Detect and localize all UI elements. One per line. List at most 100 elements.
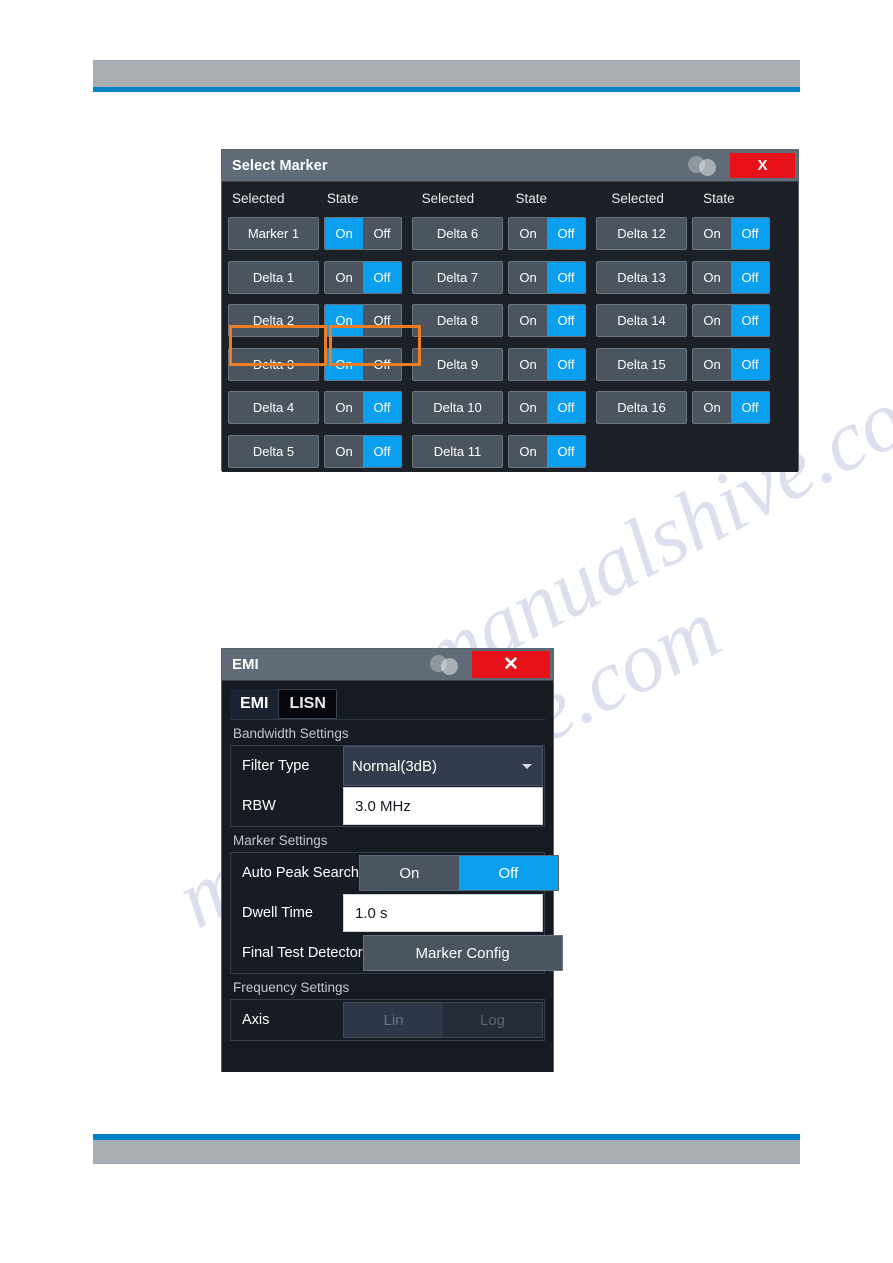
settings-row-label: Auto Peak Search <box>242 865 359 881</box>
toggle-on-segment[interactable]: On <box>693 348 731 380</box>
marker-cell-state: On Off <box>324 386 412 430</box>
marker-cell-state: On Off <box>508 212 596 256</box>
marker-state-toggle[interactable]: On Off <box>692 217 770 251</box>
toggle-off-segment[interactable]: Off <box>363 218 401 250</box>
toggle-on-segment[interactable]: On <box>509 348 547 380</box>
marker-select-button[interactable]: Delta 13 <box>596 260 687 294</box>
toggle-on-segment[interactable]: On <box>325 348 363 380</box>
marker-select-button[interactable]: Delta 10 <box>412 391 503 425</box>
toggle-off-segment[interactable]: Off <box>547 305 585 337</box>
toggle-off-segment[interactable]: Off <box>363 435 401 467</box>
marker-select-button[interactable]: Delta 16 <box>596 391 687 425</box>
marker-select-button[interactable]: Delta 2 <box>228 304 319 338</box>
toggle-off-segment[interactable]: Off <box>731 218 769 250</box>
marker-config-button[interactable]: Marker Config <box>362 935 563 971</box>
toggle-on-segment[interactable]: On <box>325 261 363 293</box>
marker-select-button[interactable]: Delta 9 <box>412 347 503 381</box>
toggle-off-segment[interactable]: Off <box>547 435 585 467</box>
marker-state-toggle[interactable]: On Off <box>324 217 402 251</box>
toggle-on-segment[interactable]: On <box>325 435 363 467</box>
settings-toggle[interactable]: On Off <box>358 855 559 891</box>
toggle-on-segment[interactable]: On <box>693 218 731 250</box>
marker-select-button[interactable]: Delta 5 <box>228 434 319 468</box>
settings-row-field: Marker Config <box>362 935 563 971</box>
toggle-off-segment[interactable]: Off <box>547 348 585 380</box>
close-icon[interactable]: X <box>730 153 795 178</box>
toggle-on-segment[interactable]: On <box>509 218 547 250</box>
marker-cell-state: On Off <box>508 256 596 300</box>
toggle-off-segment[interactable]: Off <box>731 261 769 293</box>
toggle-on-segment[interactable]: On <box>509 261 547 293</box>
marker-select-button[interactable]: Delta 12 <box>596 217 687 251</box>
marker-state-toggle[interactable]: On Off <box>508 434 586 468</box>
tab-emi[interactable]: EMI <box>230 689 279 719</box>
toggle-off-segment[interactable]: Off <box>363 261 401 293</box>
marker-cell-selected: Delta 14 <box>596 299 692 343</box>
marker-select-button[interactable]: Delta 8 <box>412 304 503 338</box>
marker-select-button[interactable]: Marker 1 <box>228 217 319 251</box>
marker-state-toggle[interactable]: On Off <box>324 347 402 381</box>
value-input[interactable]: 3.0 MHz <box>343 787 543 825</box>
toggle-on-segment[interactable]: On <box>509 435 547 467</box>
toggle-off-segment[interactable]: Off <box>363 348 401 380</box>
settings-row-field: On Off <box>358 855 559 891</box>
marker-state-toggle[interactable]: On Off <box>324 260 402 294</box>
marker-state-toggle[interactable]: On Off <box>692 304 770 338</box>
marker-select-button[interactable]: Delta 7 <box>412 260 503 294</box>
toggle-second-segment[interactable]: Off <box>458 856 558 890</box>
marker-state-toggle[interactable]: On Off <box>508 391 586 425</box>
toggle-on-segment[interactable]: On <box>509 305 547 337</box>
toggle-first-segment[interactable]: On <box>359 856 459 890</box>
marker-state-toggle[interactable]: On Off <box>508 260 586 294</box>
filter-type-dropdown[interactable]: Normal(3dB) <box>343 746 543 786</box>
tab-lisn[interactable]: LISN <box>278 689 337 719</box>
marker-state-toggle[interactable]: On Off <box>692 391 770 425</box>
marker-state-toggle[interactable]: On Off <box>324 304 402 338</box>
toggle-on-segment[interactable]: On <box>325 305 363 337</box>
toggle-off-segment[interactable]: Off <box>731 348 769 380</box>
marker-cell-state: On Off <box>692 256 780 300</box>
marker-select-button[interactable]: Delta 11 <box>412 434 503 468</box>
marker-select-button[interactable]: Delta 14 <box>596 304 687 338</box>
close-icon[interactable]: ✕ <box>472 651 550 678</box>
toggle-on-segment[interactable]: On <box>693 392 731 424</box>
marker-state-toggle[interactable]: On Off <box>508 217 586 251</box>
marker-cell-state: On Off <box>324 256 412 300</box>
marker-select-button[interactable]: Delta 15 <box>596 347 687 381</box>
overlapping-windows-icon[interactable] <box>430 653 464 677</box>
toggle-on-segment[interactable]: On <box>325 392 363 424</box>
select-marker-body: Selected State Selected State Selected S… <box>222 182 798 472</box>
toggle-on-segment[interactable]: On <box>693 305 731 337</box>
marker-state-toggle[interactable]: On Off <box>692 347 770 381</box>
marker-select-button[interactable]: Delta 4 <box>228 391 319 425</box>
marker-cell-selected: Delta 3 <box>228 343 324 387</box>
settings-row-label: Filter Type <box>242 758 310 774</box>
settings-row: Dwell Time 1.0 s <box>231 893 544 933</box>
toggle-off-segment[interactable]: Off <box>731 305 769 337</box>
toggle-on-segment[interactable]: On <box>325 218 363 250</box>
emi-body: EMI LISN Bandwidth Settings Filter Type Nor… <box>222 681 563 1072</box>
toggle-off-segment[interactable]: Off <box>363 392 401 424</box>
settings-row-field: Lin Log <box>343 1002 543 1038</box>
marker-state-toggle[interactable]: On Off <box>692 260 770 294</box>
toggle-off-segment[interactable]: Off <box>547 392 585 424</box>
marker-select-button[interactable]: Delta 3 <box>228 347 319 381</box>
toggle-off-segment[interactable]: Off <box>731 392 769 424</box>
toggle-off-segment[interactable]: Off <box>547 261 585 293</box>
emi-dialog: EMI ✕ EMI LISN Bandwidth Settings Filter T… <box>221 648 563 1072</box>
settings-row-field: 1.0 s <box>343 894 543 932</box>
marker-state-toggle[interactable]: On Off <box>324 391 402 425</box>
toggle-off-segment[interactable]: Off <box>547 218 585 250</box>
toggle-on-segment[interactable]: On <box>509 392 547 424</box>
value-input[interactable]: 1.0 s <box>343 894 543 932</box>
marker-cell-selected: Delta 13 <box>596 256 692 300</box>
overlapping-windows-icon[interactable] <box>688 154 722 178</box>
toggle-on-segment[interactable]: On <box>693 261 731 293</box>
toggle-off-segment[interactable]: Off <box>363 305 401 337</box>
marker-select-button[interactable]: Delta 1 <box>228 260 319 294</box>
marker-state-toggle[interactable]: On Off <box>324 434 402 468</box>
marker-select-button[interactable]: Delta 6 <box>412 217 503 251</box>
marker-state-toggle[interactable]: On Off <box>508 347 586 381</box>
marker-state-toggle[interactable]: On Off <box>508 304 586 338</box>
settings-row: Filter Type Normal(3dB) <box>231 746 544 786</box>
